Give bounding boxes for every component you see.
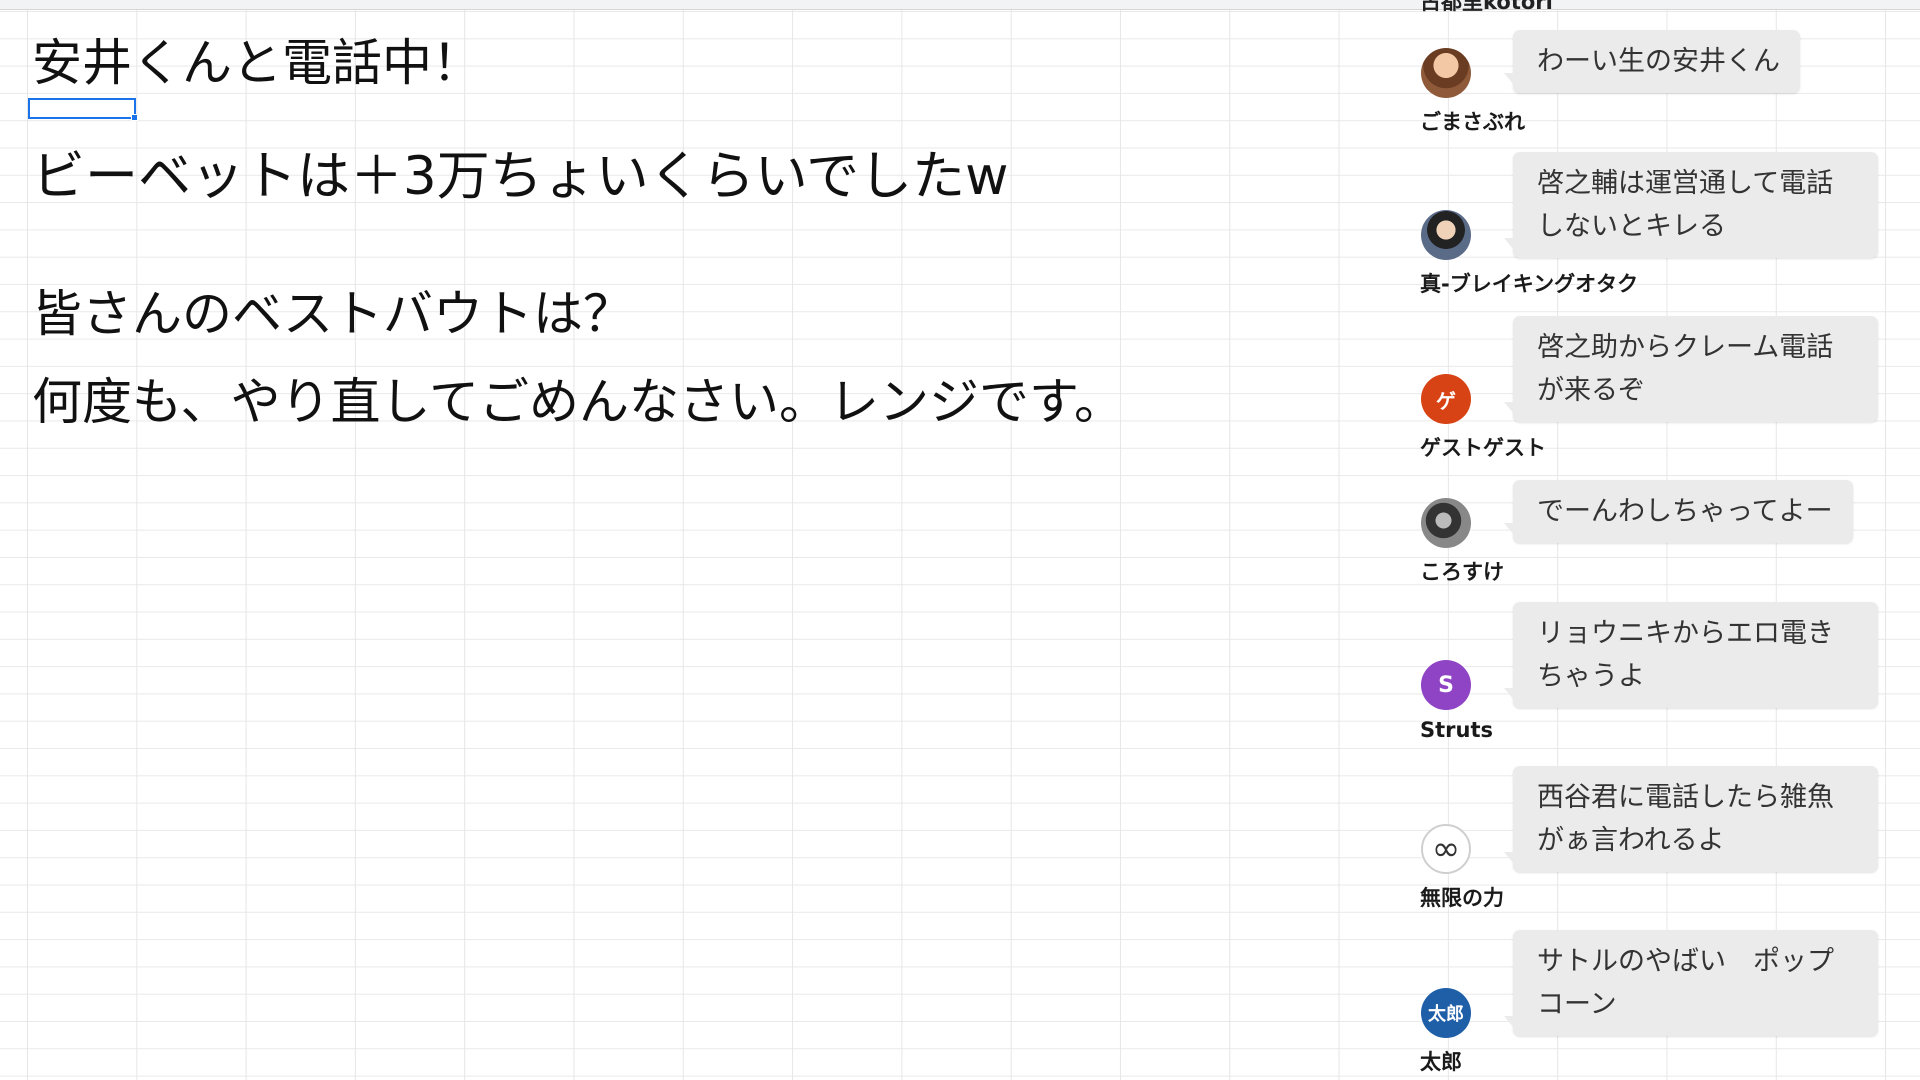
cell-text-line-1: 安井くんと電話中！ bbox=[32, 34, 482, 92]
user-avatar-photo[interactable] bbox=[1421, 210, 1471, 260]
user-avatar-initial[interactable]: ゲ bbox=[1421, 374, 1471, 424]
chat-username: 真-ブレイキングオタク bbox=[1420, 272, 1639, 296]
chat-message: 太郎 太郎 サトルのやばい ポップコーン bbox=[1418, 930, 1878, 1080]
chat-text: リョウニキからエロ電きちゃうよ bbox=[1537, 618, 1834, 692]
user-avatar-photo[interactable] bbox=[1421, 48, 1471, 98]
chat-username: 無限の力 bbox=[1420, 886, 1504, 910]
chat-username: 太郎 bbox=[1420, 1050, 1462, 1074]
user-avatar-initial[interactable]: S bbox=[1421, 660, 1471, 710]
user-avatar-photo[interactable] bbox=[1421, 498, 1471, 548]
chat-text: わーい生の安井くん bbox=[1537, 46, 1780, 77]
chat-text: 啓之助からクレーム電話が来るぞ bbox=[1537, 332, 1834, 406]
chat-message: S Struts リョウニキからエロ電きちゃうよ bbox=[1418, 602, 1878, 752]
infinity-icon[interactable]: ∞ bbox=[1421, 824, 1471, 874]
user-avatar-initial[interactable]: 太郎 bbox=[1421, 988, 1471, 1038]
chat-username: ゲストゲスト bbox=[1420, 436, 1546, 460]
chat-bubble: 西谷君に電話したら雑魚がぁ言われるよ bbox=[1504, 766, 1878, 872]
cell-text-line-3: 皆さんのベストバウトは？ bbox=[32, 285, 633, 343]
chat-bubble: リョウニキからエロ電きちゃうよ bbox=[1504, 602, 1878, 708]
chat-username: Struts bbox=[1420, 718, 1494, 742]
chat-message: 真-ブレイキングオタク 啓之輔は運営通して電話しないとキレる bbox=[1418, 152, 1878, 302]
chat-text: 啓之輔は運営通して電話しないとキレる bbox=[1537, 168, 1834, 242]
fill-handle[interactable] bbox=[131, 114, 138, 121]
cell-text-line-2: ビーベットは＋3万ちょいくらいでしたw bbox=[32, 146, 1009, 207]
column-header-strip bbox=[0, 0, 1920, 10]
chat-text: サトルのやばい ポップコーン bbox=[1537, 946, 1834, 1020]
cell-text-line-4: 何度も、やり直してごめんなさい。レンジです。 bbox=[32, 373, 1124, 431]
chat-bubble: わーい生の安井くん bbox=[1504, 30, 1800, 93]
chat-text: 西谷君に電話したら雑魚がぁ言われるよ bbox=[1537, 782, 1834, 856]
chat-message: ∞ 無限の力 西谷君に電話したら雑魚がぁ言われるよ bbox=[1418, 766, 1878, 916]
chat-top-username: 古都里kotori bbox=[1420, 0, 1553, 14]
chat-username: ごまさぶれ bbox=[1420, 110, 1525, 134]
chat-text: でーんわしちゃってよー bbox=[1537, 496, 1833, 527]
chat-bubble: サトルのやばい ポップコーン bbox=[1504, 930, 1878, 1036]
chat-bubble: でーんわしちゃってよー bbox=[1504, 480, 1853, 543]
selected-cell[interactable] bbox=[28, 98, 138, 121]
chat-bubble: 啓之助からクレーム電話が来るぞ bbox=[1504, 316, 1878, 422]
chat-bubble: 啓之輔は運営通して電話しないとキレる bbox=[1504, 152, 1878, 258]
chat-message: ゲ ゲストゲスト 啓之助からクレーム電話が来るぞ bbox=[1418, 316, 1878, 466]
chat-username: ころすけ bbox=[1420, 560, 1504, 584]
